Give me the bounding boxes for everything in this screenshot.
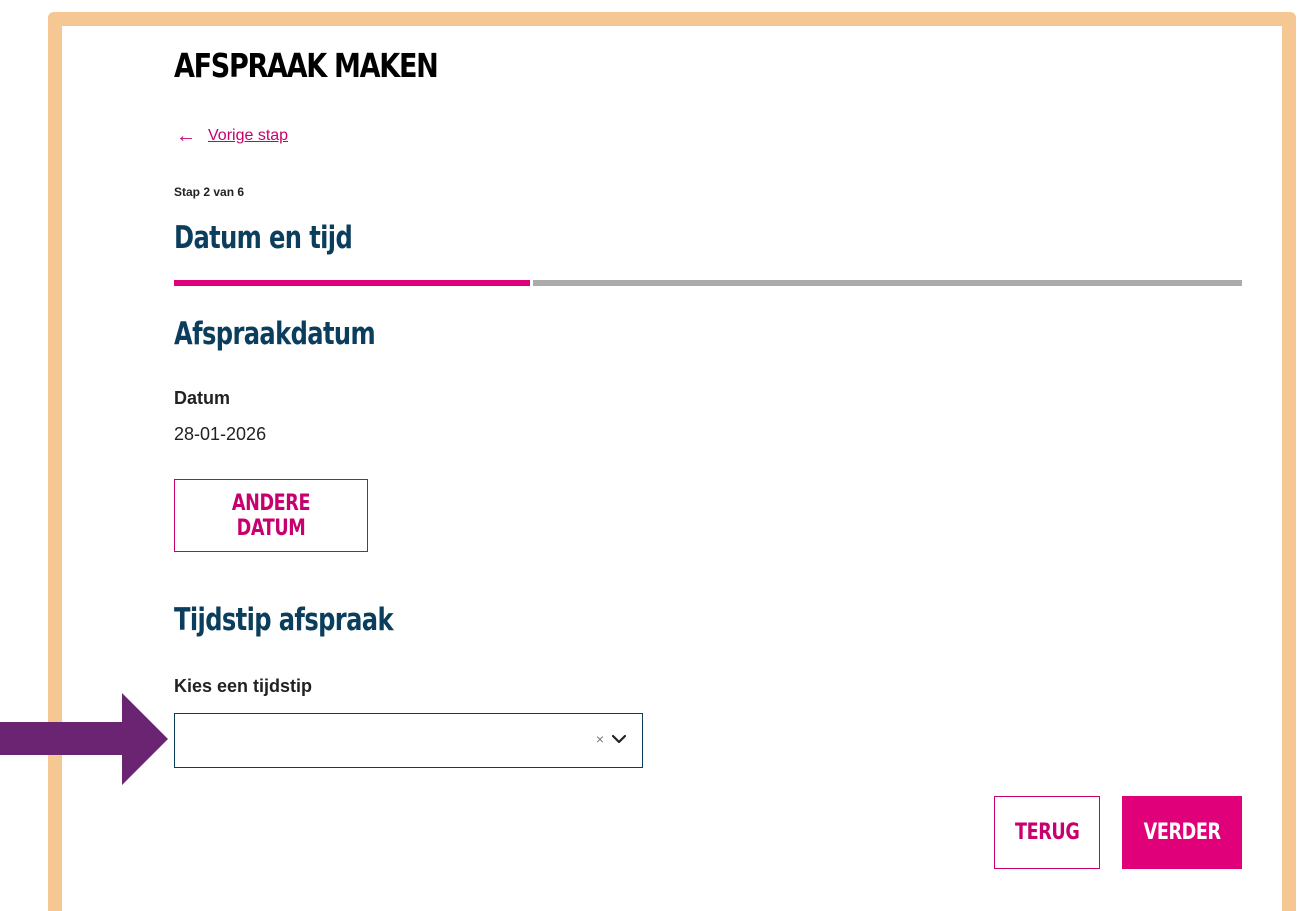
close-icon[interactable]: × <box>596 731 604 747</box>
annotation-arrow-icon <box>0 693 168 785</box>
progress-bar-fill <box>174 280 533 286</box>
page-title: AFSPRAAK MAKEN <box>174 46 439 85</box>
next-button-label: VERDER <box>1143 820 1221 845</box>
content-frame <box>48 12 1296 911</box>
back-button[interactable]: TERUG <box>994 796 1100 869</box>
other-date-button[interactable]: ANDERE DATUM <box>174 479 368 552</box>
time-section-heading: Tijdstip afspraak <box>174 602 394 638</box>
previous-step-link[interactable]: ← Vorige stap <box>176 126 288 146</box>
time-select-label: Kies een tijdstip <box>174 676 313 696</box>
back-button-label: TERUG <box>1014 820 1080 845</box>
previous-step-label: Vorige stap <box>208 127 289 144</box>
arrow-left-icon: ← <box>176 125 196 147</box>
date-value: 28-01-2026 <box>174 424 267 444</box>
chevron-down-icon[interactable] <box>612 734 626 744</box>
date-section-heading: Afspraakdatum <box>174 316 376 352</box>
step-counter: Stap 2 van 6 <box>174 185 245 199</box>
progress-bar <box>174 280 1242 286</box>
next-button[interactable]: VERDER <box>1122 796 1242 869</box>
date-label: Datum <box>174 388 231 408</box>
step-title: Datum en tijd <box>174 220 353 256</box>
other-date-button-label: ANDERE DATUM <box>231 490 311 541</box>
time-select[interactable]: × <box>174 713 643 768</box>
